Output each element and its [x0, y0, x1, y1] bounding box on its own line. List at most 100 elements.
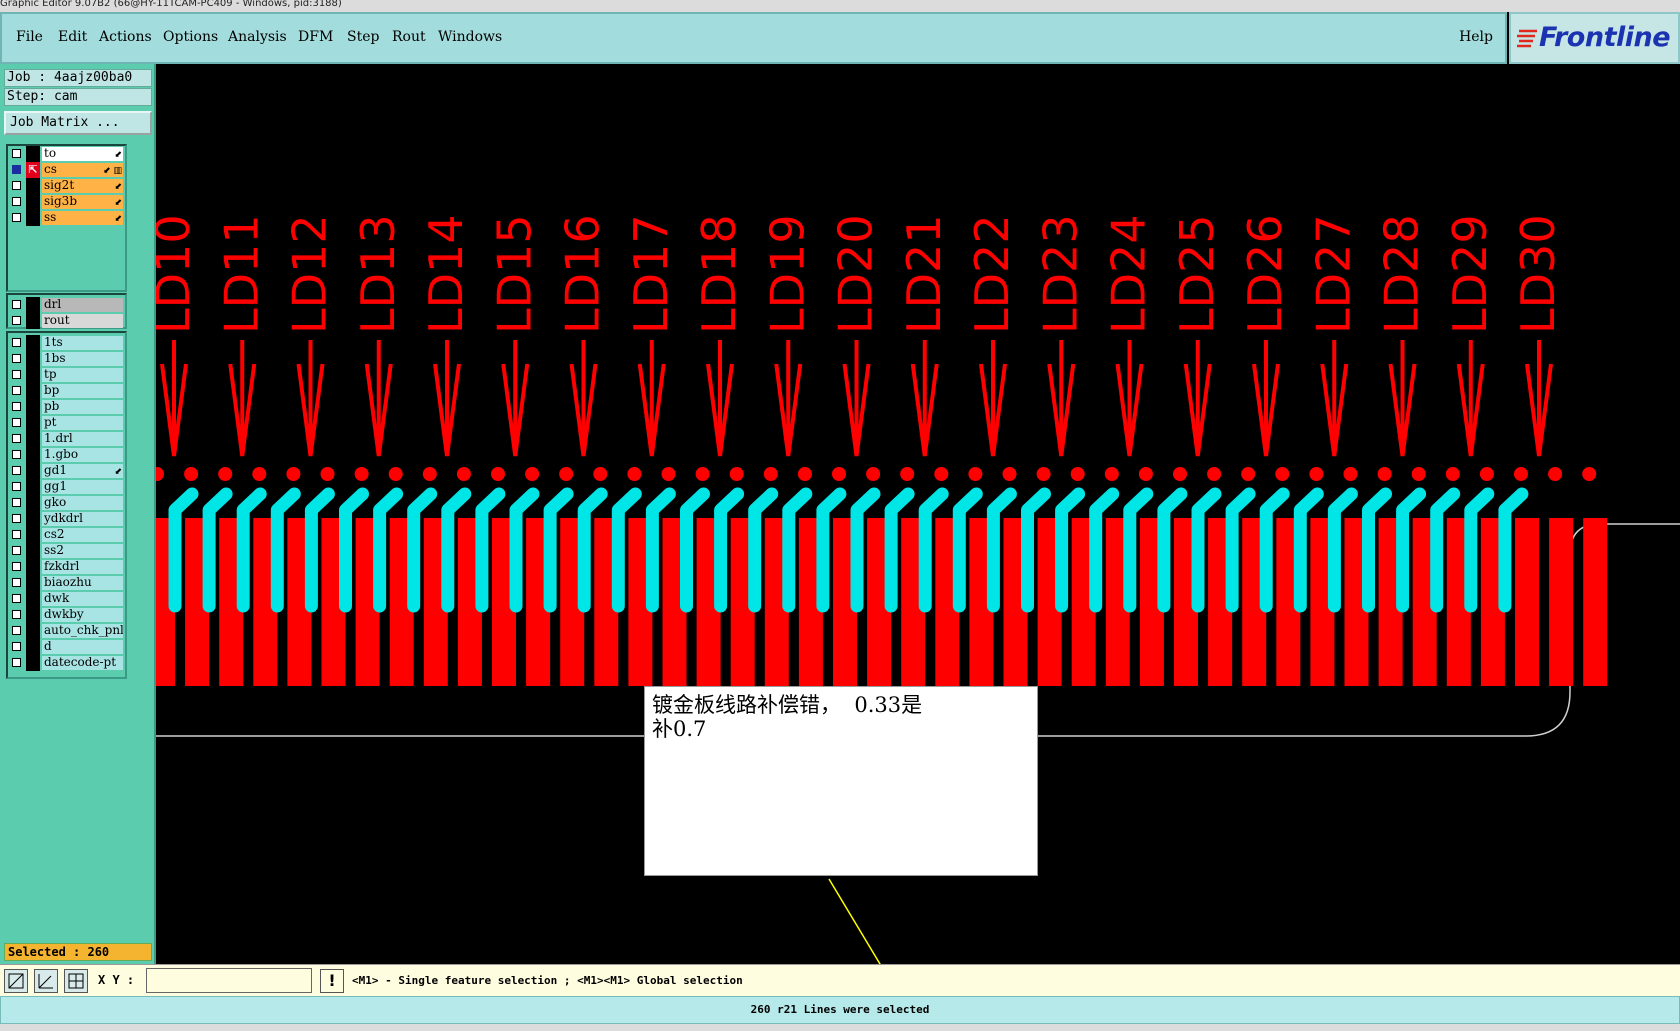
- layer-row-gd1[interactable]: gd1 ⬋: [8, 463, 125, 479]
- layer-checkbox[interactable]: [12, 642, 21, 651]
- via-pad[interactable]: [627, 467, 642, 481]
- via-pad[interactable]: [1479, 467, 1494, 481]
- label-arrow[interactable]: [1252, 340, 1280, 457]
- via-pad[interactable]: [934, 467, 949, 481]
- layer-row-pb[interactable]: pb: [8, 399, 125, 415]
- via-pad[interactable]: [150, 467, 164, 481]
- layer-checkbox[interactable]: [12, 482, 21, 491]
- layer-row-ydkdrl[interactable]: ydkdrl: [8, 511, 125, 527]
- gold-finger[interactable]: [1583, 518, 1608, 686]
- layer-checkbox[interactable]: [12, 450, 21, 459]
- finger-label[interactable]: LD26: [1238, 214, 1292, 334]
- layer-row-sig2t[interactable]: sig2t ⬋: [8, 178, 125, 194]
- layer-checkbox[interactable]: [12, 626, 21, 635]
- label-arrow[interactable]: [706, 340, 734, 457]
- via-pad[interactable]: [866, 467, 881, 481]
- menu-analysis[interactable]: Analysis: [228, 29, 287, 45]
- via-pad[interactable]: [729, 467, 744, 481]
- via-pad[interactable]: [456, 467, 471, 481]
- menu-dfm[interactable]: DFM: [298, 29, 333, 45]
- layer-checkbox[interactable]: [12, 197, 21, 206]
- via-pad[interactable]: [1070, 467, 1085, 481]
- via-pad[interactable]: [1036, 467, 1051, 481]
- xy-input[interactable]: [146, 968, 312, 993]
- layer-checkbox[interactable]: [12, 546, 21, 555]
- menu-actions[interactable]: Actions: [99, 29, 152, 45]
- layer-row-gko[interactable]: gko: [8, 495, 125, 511]
- layer-checkbox[interactable]: [12, 213, 21, 222]
- via-pad[interactable]: [1241, 467, 1256, 481]
- finger-label[interactable]: LD29: [1443, 214, 1497, 334]
- via-pad[interactable]: [559, 467, 574, 481]
- layer-row-to[interactable]: to ⬋: [8, 146, 125, 162]
- via-pad[interactable]: [797, 467, 812, 481]
- finger-label[interactable]: LD30: [1511, 214, 1565, 334]
- layer-checkbox[interactable]: [12, 149, 21, 158]
- layer-row-fzkdrl[interactable]: fzkdrl: [8, 559, 125, 575]
- layer-row-d[interactable]: d: [8, 639, 125, 655]
- via-pad[interactable]: [184, 467, 199, 481]
- layer-row-biaozhu[interactable]: biaozhu: [8, 575, 125, 591]
- layer-row-datecode-pt[interactable]: datecode-pt: [8, 655, 125, 671]
- layer-row-dwkby[interactable]: dwkby: [8, 607, 125, 623]
- layer-checkbox[interactable]: [12, 578, 21, 587]
- via-pad[interactable]: [286, 467, 301, 481]
- label-arrow[interactable]: [1320, 340, 1349, 457]
- label-arrow[interactable]: [979, 340, 1007, 457]
- via-pad[interactable]: [1173, 467, 1187, 481]
- finger-label[interactable]: LD19: [760, 214, 814, 334]
- label-arrow[interactable]: [842, 340, 871, 457]
- via-pad[interactable]: [320, 467, 335, 481]
- label-arrow[interactable]: [1388, 340, 1417, 457]
- finger-label[interactable]: LD27: [1306, 214, 1360, 334]
- via-pad[interactable]: [661, 467, 676, 481]
- via-pad[interactable]: [1309, 467, 1324, 481]
- layer-row-tp[interactable]: tp: [8, 367, 125, 383]
- label-arrow[interactable]: [637, 340, 666, 457]
- menu-options[interactable]: Options: [163, 29, 218, 45]
- finger-label[interactable]: LD11: [214, 214, 268, 334]
- layer-checkbox[interactable]: [12, 514, 21, 523]
- finger-label[interactable]: LD22: [965, 214, 1019, 334]
- finger-label[interactable]: LD15: [487, 214, 541, 334]
- layer-checkbox[interactable]: [12, 370, 21, 379]
- layer-checkbox[interactable]: [12, 594, 21, 603]
- layer-row-drl[interactable]: drl: [8, 297, 125, 313]
- via-pad[interactable]: [491, 467, 505, 481]
- layer-checkbox[interactable]: [12, 181, 21, 190]
- layer-checkbox[interactable]: [12, 434, 21, 443]
- layer-row-1ts[interactable]: 1ts: [8, 335, 125, 351]
- layer-checkbox[interactable]: [12, 610, 21, 619]
- layer-row-bp[interactable]: bp: [8, 383, 125, 399]
- layer-row-dwk[interactable]: dwk: [8, 591, 125, 607]
- label-arrow[interactable]: [1456, 340, 1485, 457]
- layer-checkbox[interactable]: [12, 658, 21, 667]
- layer-checkbox[interactable]: [12, 530, 21, 539]
- label-arrow[interactable]: [1525, 340, 1553, 457]
- label-arrow[interactable]: [296, 340, 325, 457]
- layer-checkbox[interactable]: [12, 338, 21, 347]
- via-pad[interactable]: [1275, 467, 1290, 481]
- label-arrow[interactable]: [1115, 340, 1144, 457]
- layer-checkbox[interactable]: [12, 498, 21, 507]
- via-pad[interactable]: [422, 467, 437, 481]
- via-pad[interactable]: [695, 467, 710, 481]
- layer-row-auto_chk_pnl[interactable]: auto_chk_pnl: [8, 623, 125, 639]
- via-pad[interactable]: [1582, 467, 1597, 481]
- layer-checkbox[interactable]: [12, 418, 21, 427]
- finger-label[interactable]: LD21: [897, 214, 951, 334]
- finger-label[interactable]: LD14: [419, 214, 473, 334]
- gold-finger[interactable]: [1549, 518, 1574, 686]
- via-pad[interactable]: [1411, 467, 1426, 481]
- info-button[interactable]: !: [320, 969, 344, 993]
- via-pad[interactable]: [354, 467, 369, 481]
- finger-label[interactable]: LD18: [692, 214, 746, 334]
- finger-label[interactable]: LD16: [556, 214, 610, 334]
- layer-row-cs2[interactable]: cs2: [8, 527, 125, 543]
- via-pad[interactable]: [388, 467, 403, 481]
- job-matrix-button[interactable]: Job Matrix ...: [4, 111, 152, 135]
- menu-windows[interactable]: Windows: [438, 29, 502, 45]
- finger-label[interactable]: LD12: [283, 214, 337, 334]
- label-arrow[interactable]: [774, 340, 803, 457]
- via-pad[interactable]: [1104, 467, 1119, 481]
